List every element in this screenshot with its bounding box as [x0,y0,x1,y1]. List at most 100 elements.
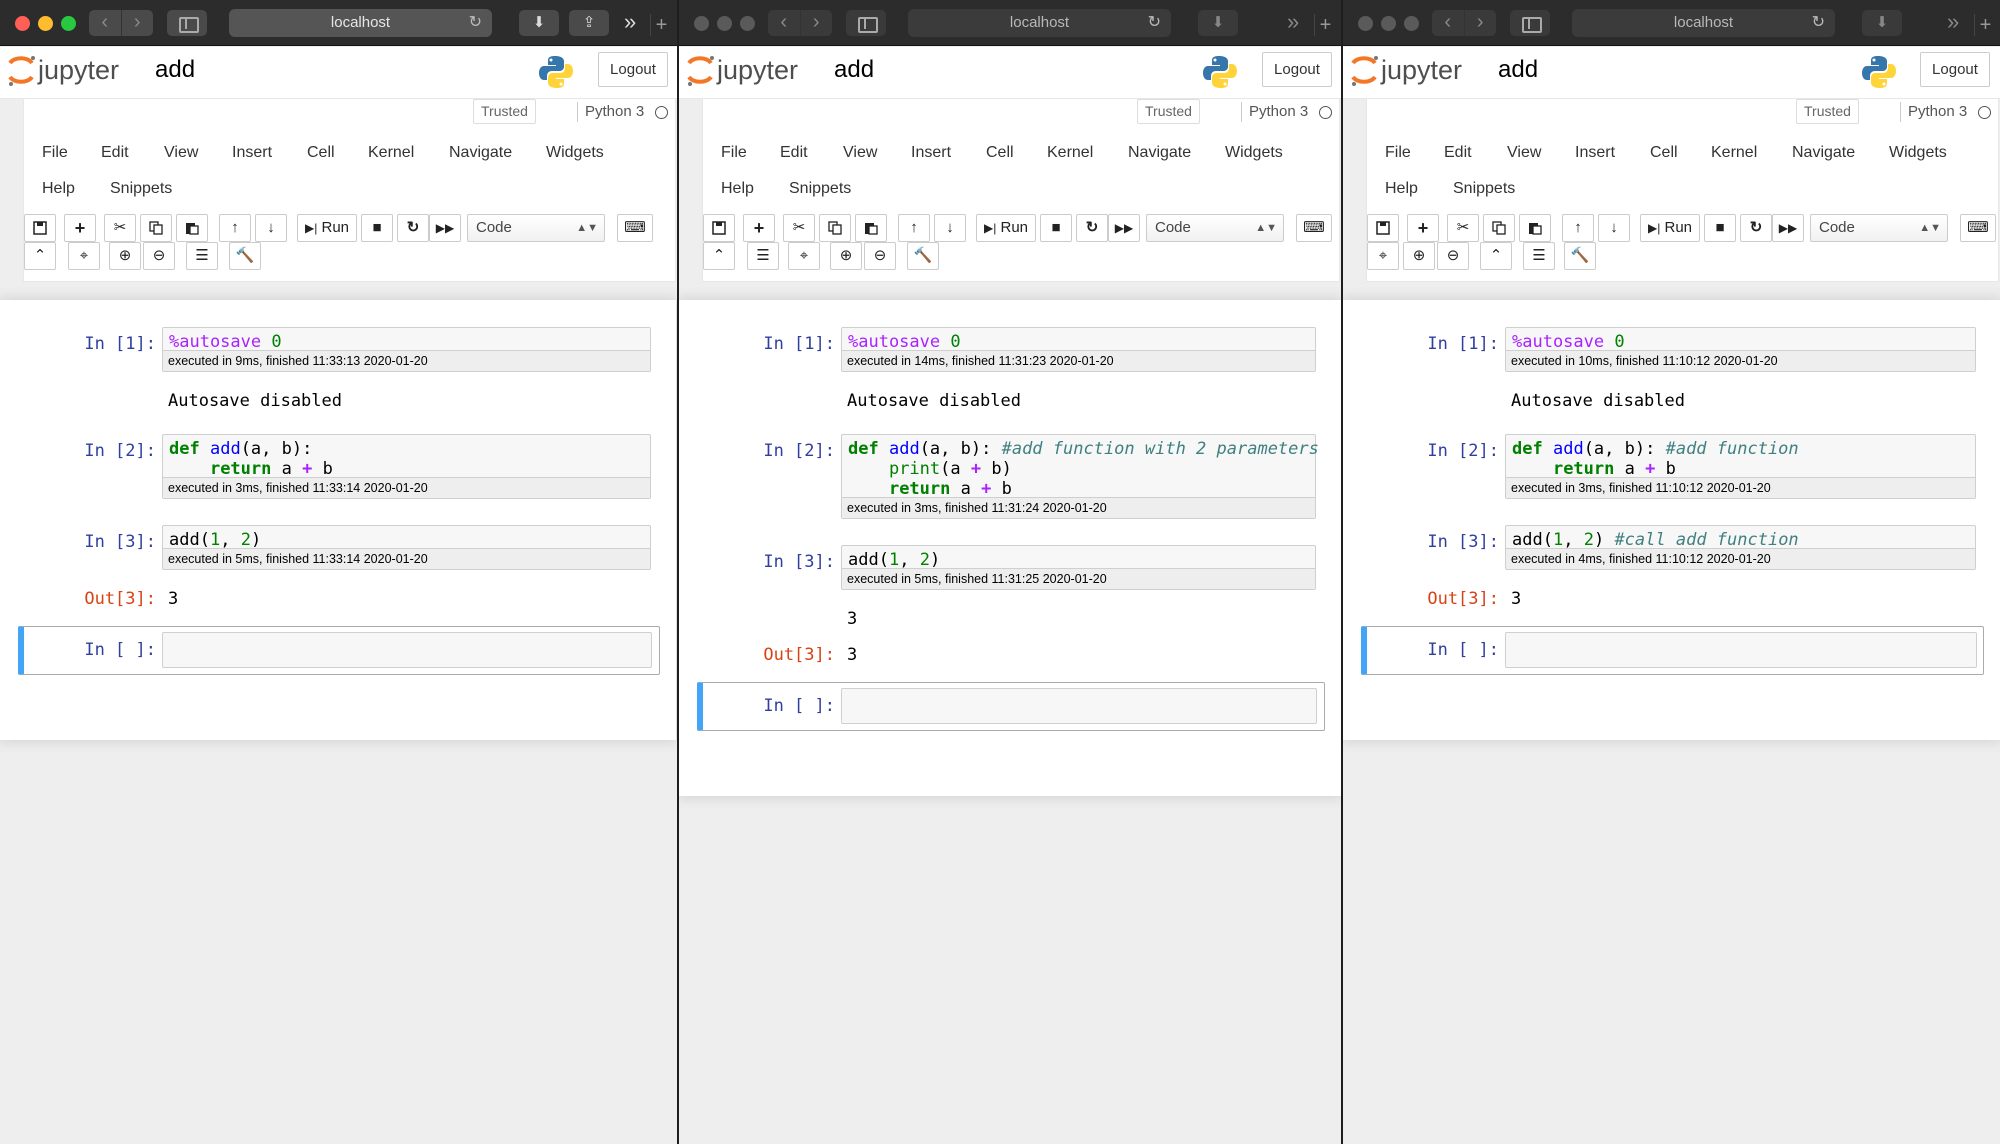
move-down-button[interactable]: ↓ [1598,214,1630,242]
back-icon[interactable]: ‹ [1432,10,1464,36]
move-down-button[interactable]: ↓ [255,214,287,242]
collapse-button[interactable]: ⌃ [703,242,735,270]
back-forward-buttons[interactable]: ‹ › [1432,10,1496,36]
back-forward-buttons[interactable]: ‹ › [768,10,832,36]
toc-button[interactable]: ☰ [747,242,779,270]
menu-widgets[interactable]: Widgets [1889,143,1947,163]
menu-insert[interactable]: Insert [911,143,951,163]
new-tab-icon[interactable]: + [1974,14,1996,36]
insert-cell-button[interactable]: + [64,214,96,242]
code-cell-2[interactable]: def add(a, b): #add function return a + … [1505,434,1976,499]
code-cell-3[interactable]: add(1, 2) executed in 5ms, finished 11:3… [162,525,651,570]
reload-icon[interactable]: ↻ [469,9,482,37]
zoom-out-button[interactable]: ⊖ [1437,242,1469,270]
menu-help[interactable]: Help [721,179,754,199]
run-button[interactable]: ▶| Run [297,214,357,242]
trusted-indicator[interactable]: Trusted [473,99,536,124]
more-toolbar-icon[interactable]: » [1287,8,1299,36]
zoom-window-button[interactable] [1404,16,1419,31]
save-button[interactable] [24,214,56,242]
minimize-window-button[interactable] [38,16,53,31]
menu-view[interactable]: View [164,143,198,163]
paste-button[interactable] [855,214,887,242]
back-forward-buttons[interactable]: ‹ › [89,10,153,36]
notebook-title[interactable]: add [834,55,874,85]
save-button[interactable] [1367,214,1399,242]
paste-button[interactable] [176,214,208,242]
kernel-name[interactable]: Python 3 [577,102,644,122]
menu-view[interactable]: View [1507,143,1541,163]
gavel-button[interactable]: 🔨 [229,242,261,270]
code-cell-2[interactable]: def add(a, b): #add function with 2 para… [841,434,1319,519]
minimize-window-button[interactable] [1381,16,1396,31]
menu-kernel[interactable]: Kernel [368,143,414,163]
logout-button[interactable]: Logout [598,52,668,87]
move-up-button[interactable]: ↑ [898,214,930,242]
menu-kernel[interactable]: Kernel [1711,143,1757,163]
more-toolbar-icon[interactable]: » [624,8,636,36]
code-cell-3[interactable]: add(1, 2) #call add function executed in… [1505,525,1976,570]
menu-help[interactable]: Help [42,179,75,199]
menu-file[interactable]: File [42,143,68,163]
empty-code-input[interactable] [162,632,652,668]
sidebar-toggle-icon[interactable] [167,10,207,36]
menu-file[interactable]: File [1385,143,1411,163]
cut-button[interactable]: ✂ [104,214,136,242]
menu-navigate[interactable]: Navigate [449,143,512,163]
close-window-button[interactable] [694,16,709,31]
zoom-in-button[interactable]: ⊕ [830,242,862,270]
run-button[interactable]: ▶| Run [976,214,1036,242]
zoom-out-button[interactable]: ⊖ [864,242,896,270]
empty-code-input[interactable] [1505,632,1977,668]
address-bar[interactable]: localhost ↻ [908,9,1171,37]
move-down-button[interactable]: ↓ [934,214,966,242]
command-palette-button[interactable]: ⌨ [1960,214,1996,242]
zoom-in-button[interactable]: ⊕ [109,242,141,270]
menu-widgets[interactable]: Widgets [546,143,604,163]
menu-snippets[interactable]: Snippets [789,179,851,199]
code-cell-1[interactable]: %autosave 0 executed in 10ms, finished 1… [1505,327,1976,372]
paste-button[interactable] [1519,214,1551,242]
code-cell-1[interactable]: %autosave 0 executed in 14ms, finished 1… [841,327,1316,372]
menu-cell[interactable]: Cell [1650,143,1678,163]
menu-snippets[interactable]: Snippets [1453,179,1515,199]
address-bar[interactable]: localhost ↻ [1572,9,1835,37]
cell-type-select[interactable]: Code ▲▼ [1146,214,1284,242]
locate-button[interactable]: ⌖ [788,242,820,270]
run-button[interactable]: ▶| Run [1640,214,1700,242]
restart-button[interactable]: ↻ [397,214,429,242]
menu-snippets[interactable]: Snippets [110,179,172,199]
new-tab-icon[interactable]: + [650,14,672,36]
code-cell-1[interactable]: %autosave 0 executed in 9ms, finished 11… [162,327,651,372]
menu-cell[interactable]: Cell [986,143,1014,163]
zoom-window-button[interactable] [61,16,76,31]
menu-insert[interactable]: Insert [1575,143,1615,163]
kernel-name[interactable]: Python 3 [1900,102,1967,122]
close-window-button[interactable] [15,16,30,31]
reload-icon[interactable]: ↻ [1812,9,1825,37]
restart-button[interactable]: ↻ [1740,214,1772,242]
menu-help[interactable]: Help [1385,179,1418,199]
menu-kernel[interactable]: Kernel [1047,143,1093,163]
gavel-button[interactable]: 🔨 [1564,242,1596,270]
downloads-icon[interactable]: ⬇ [519,10,559,36]
menu-edit[interactable]: Edit [1444,143,1472,163]
collapse-button[interactable]: ⌃ [24,242,56,270]
new-tab-icon[interactable]: + [1314,14,1336,36]
downloads-icon[interactable]: ⬇ [1198,10,1238,36]
menu-view[interactable]: View [843,143,877,163]
locate-button[interactable]: ⌖ [68,242,100,270]
downloads-icon[interactable]: ⬇ [1862,10,1902,36]
trusted-indicator[interactable]: Trusted [1796,99,1859,124]
notebook-title[interactable]: add [155,55,195,85]
menu-widgets[interactable]: Widgets [1225,143,1283,163]
cell-type-select[interactable]: Code ▲▼ [1810,214,1948,242]
toc-button[interactable]: ☰ [186,242,218,270]
run-all-button[interactable]: ▶▶ [429,214,461,242]
back-icon[interactable]: ‹ [89,10,121,36]
sidebar-toggle-icon[interactable] [846,10,886,36]
cut-button[interactable]: ✂ [1447,214,1479,242]
command-palette-button[interactable]: ⌨ [617,214,653,242]
menu-edit[interactable]: Edit [780,143,808,163]
interrupt-button[interactable]: ■ [1040,214,1072,242]
